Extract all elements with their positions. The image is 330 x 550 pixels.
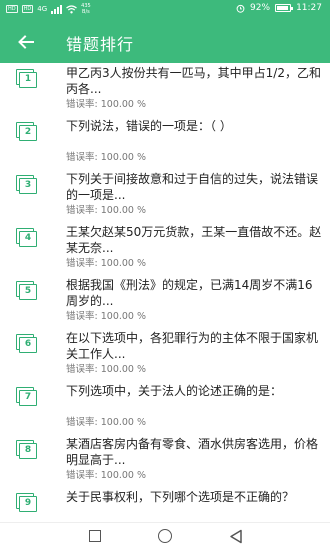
error-rate-label: 错误率: [66, 99, 101, 110]
error-rate-value: 100.00 % [100, 364, 147, 375]
error-rate: 错误率: 100.00 % [66, 149, 146, 163]
status-bar: HD HD 4G 435 B/s 92% 11:27 [0, 0, 330, 20]
question-number: 4 [19, 231, 37, 247]
clock: 11:27 [296, 3, 322, 13]
question-number-icon: 8 [16, 440, 38, 460]
question-text: 某酒店客房内备有零食、酒水供房客选用，价格明显高于... [66, 437, 319, 467]
hd-badge: HD [6, 5, 18, 13]
battery-percent: 92% [250, 3, 271, 13]
error-rate-value: 100.00 % [100, 470, 147, 481]
error-rate: 错误率: 100.00 % [66, 414, 146, 428]
question-number: 7 [19, 390, 37, 406]
error-rate: 错误率: 100.00 % [66, 96, 146, 110]
error-rate: 错误率: 100.00 % [66, 467, 146, 481]
error-rate-label: 错误率: [66, 364, 101, 375]
question-text: 在以下选项中，各犯罪行为的主体不限于国家机关工作人... [66, 331, 319, 361]
app-bar: 错题排行 [0, 20, 330, 63]
page-title: 错题排行 [66, 35, 135, 54]
question-text: 根据我国《刑法》的规定，已满14周岁不满16周岁的... [66, 278, 313, 308]
error-rate: 错误率: 100.00 % [66, 361, 146, 375]
list-item[interactable]: 7 下列选项中，关于法人的论述正确的是： 错误率: 100.00 % [0, 381, 330, 434]
nav-back-button[interactable] [229, 529, 243, 544]
question-text: 关于民事权利，下列哪个选项是不正确的？ [66, 490, 295, 504]
system-nav-bar [0, 522, 330, 550]
hd-badge-2: HD [21, 5, 34, 13]
status-right-group: 92% 11:27 [236, 3, 322, 13]
list-item[interactable]: 8 某酒店客房内备有零食、酒水供房客选用，价格明显高于... 错误率: 100.00… [0, 434, 330, 487]
question-number: 1 [19, 72, 37, 88]
error-rate: 错误率: 100.00 % [66, 255, 146, 269]
error-rate: 错误率: 100.00 % [66, 202, 146, 216]
error-rate-value: 100.00 % [100, 311, 147, 322]
error-rate-value: 100.00 % [100, 258, 147, 269]
list-item[interactable]: 1 甲乙丙3人按份共有一匹马，其中甲占1/2，乙和丙各... 错误率: 100.00… [0, 63, 330, 116]
list-item[interactable]: 2 下列说法，错误的一项是：（ ） 错误率: 100.00 % [0, 116, 330, 169]
error-rate-value: 100.00 % [100, 205, 147, 216]
question-number: 2 [19, 125, 37, 141]
question-number-icon: 9 [16, 493, 38, 513]
question-text: 甲乙丙3人按份共有一匹马，其中甲占1/2，乙和丙各... [66, 66, 321, 96]
wrong-question-list: 1 甲乙丙3人按份共有一匹马，其中甲占1/2，乙和丙各... 错误率: 100.00… [0, 63, 330, 540]
arrow-left-icon [18, 35, 34, 49]
question-number: 9 [19, 496, 37, 512]
question-number-icon: 7 [16, 387, 38, 407]
question-number-icon: 6 [16, 334, 38, 354]
network-type: 4G [37, 5, 48, 13]
error-rate-label: 错误率: [66, 311, 101, 322]
signal-icon [51, 4, 63, 14]
question-number-icon: 2 [16, 122, 38, 142]
question-number: 3 [19, 178, 37, 194]
back-button[interactable] [12, 28, 40, 56]
question-text: 下列说法，错误的一项是：（ ） [66, 119, 232, 133]
question-text: 王某欠赵某50万元货款，王某一直借故不还。赵某无奈... [66, 225, 322, 255]
question-number-icon: 3 [16, 175, 38, 195]
list-item[interactable]: 3 下列关于间接故意和过于自信的过失，说法错误的一项是... 错误率: 100.00… [0, 169, 330, 222]
alarm-icon [236, 4, 245, 13]
wifi-icon [66, 4, 78, 13]
battery-icon [275, 4, 294, 12]
error-rate-label: 错误率: [66, 258, 101, 269]
error-rate: 错误率: 100.00 % [66, 308, 146, 322]
battery-fill [277, 6, 289, 10]
list-item[interactable]: 4 王某欠赵某50万元货款，王某一直借故不还。赵某无奈... 错误率: 100.00… [0, 222, 330, 275]
status-left-group: HD HD 4G 435 B/s [6, 3, 91, 15]
question-number: 8 [19, 443, 37, 459]
list-item[interactable]: 6 在以下选项中，各犯罪行为的主体不限于国家机关工作人... 错误率: 100.00… [0, 328, 330, 381]
question-number: 5 [19, 284, 37, 300]
question-text: 下列选项中，关于法人的论述正确的是： [66, 384, 283, 398]
question-number-icon: 1 [16, 69, 38, 89]
error-rate-label: 错误率: [66, 205, 101, 216]
error-rate-value: 100.00 % [100, 99, 147, 110]
error-rate-value: 100.00 % [100, 152, 147, 163]
question-number: 6 [19, 337, 37, 353]
question-number-icon: 5 [16, 281, 38, 301]
list-item[interactable]: 5 根据我国《刑法》的规定，已满14周岁不满16周岁的... 错误率: 100.00… [0, 275, 330, 328]
error-rate-value: 100.00 % [100, 417, 147, 428]
question-number-icon: 4 [16, 228, 38, 248]
network-speed-unit: B/s [82, 9, 90, 15]
recents-button[interactable] [89, 530, 101, 542]
error-rate-label: 错误率: [66, 470, 101, 481]
home-button[interactable] [158, 529, 172, 543]
error-rate-label: 错误率: [66, 417, 101, 428]
network-speed: 435 B/s [81, 3, 91, 15]
error-rate-label: 错误率: [66, 152, 101, 163]
question-text: 下列关于间接故意和过于自信的过失，说法错误的一项是... [66, 172, 319, 202]
